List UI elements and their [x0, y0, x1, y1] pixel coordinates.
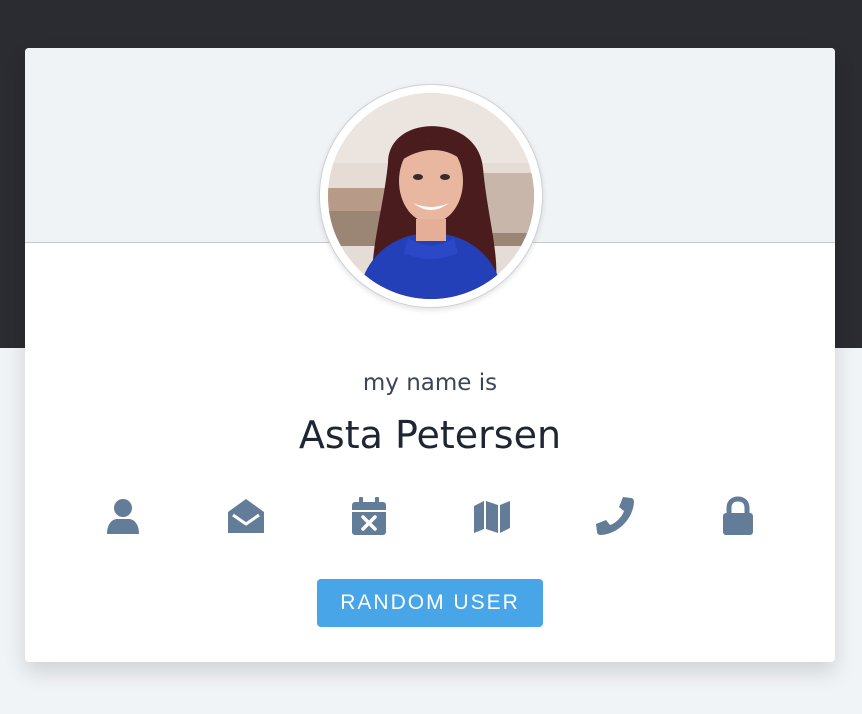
lock-icon[interactable] — [718, 496, 758, 536]
map-icon[interactable] — [472, 496, 512, 536]
name-caption: my name is — [362, 370, 498, 396]
user-card: my name is Asta Petersen RANDOM USER — [25, 48, 835, 662]
calendar-x-icon[interactable] — [349, 496, 389, 536]
avatar-frame — [319, 84, 543, 308]
random-user-button[interactable]: RANDOM USER — [317, 579, 543, 627]
avatar — [328, 93, 534, 299]
user-icon[interactable] — [103, 496, 143, 536]
user-name: Asta Petersen — [298, 413, 562, 457]
envelope-open-icon[interactable] — [226, 496, 266, 536]
phone-icon[interactable] — [595, 496, 635, 536]
